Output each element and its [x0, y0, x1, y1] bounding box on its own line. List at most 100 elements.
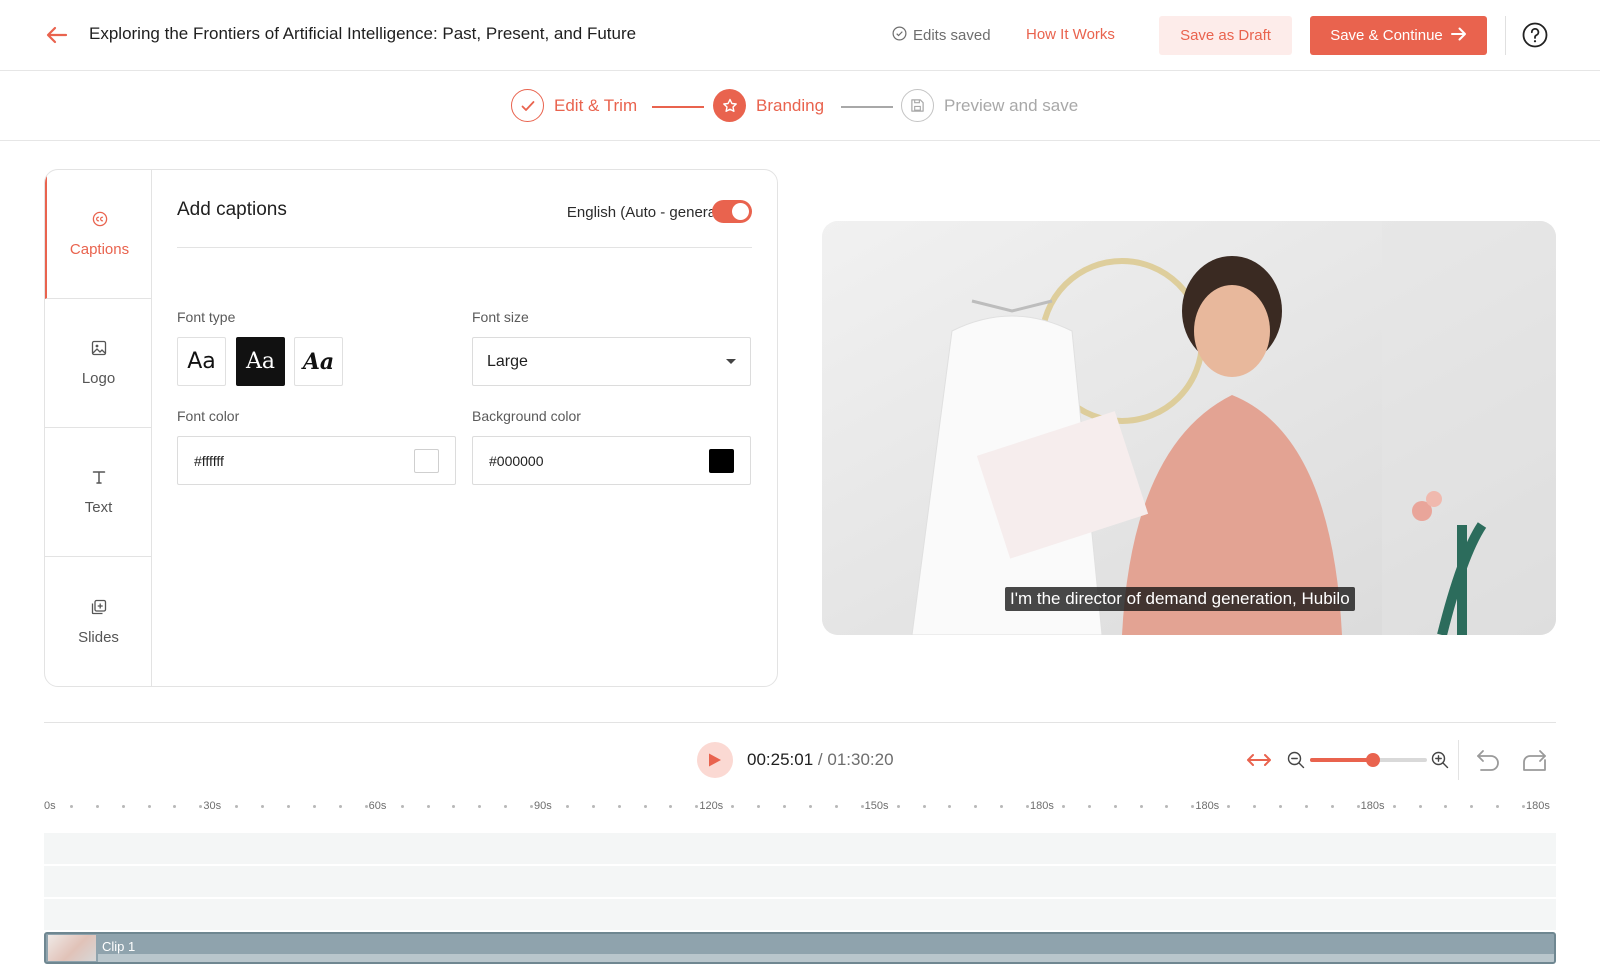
ruler-tick	[1253, 805, 1257, 808]
ruler-tick	[834, 805, 838, 808]
image-icon	[91, 340, 107, 360]
play-button[interactable]	[697, 742, 733, 778]
ruler-tick	[452, 805, 456, 808]
ruler-tick	[261, 805, 265, 808]
zoom-in-icon[interactable]	[1431, 751, 1449, 769]
ruler-tick	[617, 805, 621, 808]
branding-panel: Captions Logo Text Slides Add captions E…	[44, 169, 778, 687]
save-as-draft-button[interactable]: Save as Draft	[1159, 16, 1292, 55]
ruler-tick	[147, 805, 151, 808]
ruler-tick	[643, 805, 647, 808]
ruler-tick	[1087, 805, 1091, 808]
sidenav-item-logo[interactable]: Logo	[45, 299, 152, 428]
preview-photo	[822, 221, 1556, 635]
ruler-tick	[478, 805, 482, 808]
sidenav-item-slides[interactable]: Slides	[45, 557, 152, 686]
progress-stepper: Edit & Trim Branding Preview and save	[0, 71, 1600, 141]
ruler-tick	[591, 805, 595, 808]
redo-icon[interactable]	[1522, 748, 1548, 772]
ruler-tick	[530, 805, 533, 808]
ruler-tick	[948, 805, 952, 808]
font-type-option-serif[interactable]: Aa	[236, 337, 285, 386]
slides-icon	[91, 599, 107, 619]
current-time: 00:25:01	[747, 750, 814, 769]
background-color-input[interactable]: #000000	[472, 436, 751, 485]
ruler-tick	[1191, 805, 1195, 808]
time-display: 00:25:01 / 01:30:20	[747, 750, 894, 770]
ruler-tick	[173, 805, 177, 808]
step-preview-save[interactable]: Preview and save	[901, 89, 1078, 122]
ruler-tick	[1113, 805, 1117, 808]
ruler-tick	[121, 805, 125, 808]
ruler-tick	[1139, 805, 1143, 808]
ruler-label: 0s	[44, 800, 56, 812]
chevron-down-icon	[726, 359, 736, 364]
font-type-option-sans[interactable]: Aa	[177, 337, 226, 386]
ruler-tick	[1062, 805, 1065, 808]
ruler-tick	[199, 805, 203, 808]
top-bar: Exploring the Frontiers of Artificial In…	[0, 0, 1600, 71]
video-clip[interactable]: Clip 1	[44, 932, 1556, 964]
font-size-select[interactable]: Large	[472, 337, 751, 386]
zoom-slider-thumb[interactable]	[1366, 753, 1381, 767]
ruler-tick	[338, 805, 342, 808]
sidenav-item-logo-label: Logo	[81, 369, 116, 387]
font-color-label: Font color	[177, 408, 240, 424]
ruler-tick	[783, 805, 787, 808]
toggle-knob	[732, 203, 749, 220]
total-time: / 01:30:20	[817, 750, 894, 769]
sidenav-item-captions-label: Captions	[69, 240, 130, 258]
font-size-label: Font size	[472, 309, 529, 325]
clip-audio-strip	[98, 954, 1554, 962]
sidenav-item-text[interactable]: Text	[45, 428, 152, 557]
back-arrow-icon[interactable]	[44, 22, 70, 48]
fit-timeline-icon[interactable]	[1246, 749, 1272, 771]
font-type-option-script[interactable]: Aa	[294, 337, 343, 386]
sidenav-item-captions[interactable]: Captions	[45, 170, 152, 299]
ruler-tick	[860, 805, 864, 808]
background-color-value: #000000	[489, 452, 544, 469]
timeline-track[interactable]	[44, 866, 1556, 897]
step-preview-save-label: Preview and save	[944, 95, 1079, 115]
undo-icon[interactable]	[1475, 748, 1501, 772]
divider	[177, 247, 752, 248]
ruler-tick	[1496, 805, 1500, 808]
step-edit-trim[interactable]: Edit & Trim	[511, 89, 637, 122]
step-branding[interactable]: Branding	[713, 89, 824, 122]
edits-saved-label: Edits saved	[913, 27, 991, 44]
ruler-label: 180s	[1526, 800, 1550, 812]
background-color-swatch[interactable]	[709, 448, 734, 473]
ruler-tick	[731, 805, 735, 808]
ruler-tick	[1279, 805, 1283, 808]
step-edit-trim-label: Edit & Trim	[554, 95, 638, 115]
arrow-right-icon	[1450, 27, 1467, 45]
zoom-slider[interactable]	[1310, 753, 1427, 767]
font-size-value: Large	[487, 352, 528, 370]
ruler-tick	[1444, 805, 1448, 808]
controls-divider	[1458, 740, 1459, 780]
timeline-track[interactable]	[44, 899, 1556, 930]
zoom-out-icon[interactable]	[1287, 751, 1305, 769]
font-color-swatch[interactable]	[414, 448, 439, 473]
star-icon	[713, 89, 746, 122]
ruler-label: 90s	[534, 800, 552, 812]
how-it-works-link[interactable]: How It Works	[1026, 26, 1115, 43]
captions-heading: Add captions	[177, 199, 287, 220]
video-preview[interactable]: I'm the director of demand generation, H…	[822, 221, 1556, 635]
font-color-input[interactable]: #ffffff	[177, 436, 456, 485]
ruler-tick	[312, 805, 316, 808]
check-circle-icon	[892, 26, 907, 45]
clip-thumbnail	[48, 935, 96, 961]
help-icon[interactable]	[1522, 22, 1548, 48]
ruler-tick	[1304, 805, 1308, 808]
save-and-continue-button[interactable]: Save & Continue	[1310, 16, 1487, 55]
cc-icon	[92, 211, 108, 231]
ruler-tick	[287, 805, 291, 808]
captions-toggle[interactable]	[712, 200, 752, 223]
edits-saved-status: Edits saved	[892, 26, 991, 45]
ruler-tick	[235, 805, 239, 808]
timeline-ruler[interactable]: 0s 30s 60s 90s 120s 150s 180s 180s 180s 180s	[44, 800, 1556, 814]
ruler-tick	[1026, 805, 1029, 808]
ruler-tick	[1227, 805, 1231, 808]
timeline-track[interactable]	[44, 833, 1556, 864]
